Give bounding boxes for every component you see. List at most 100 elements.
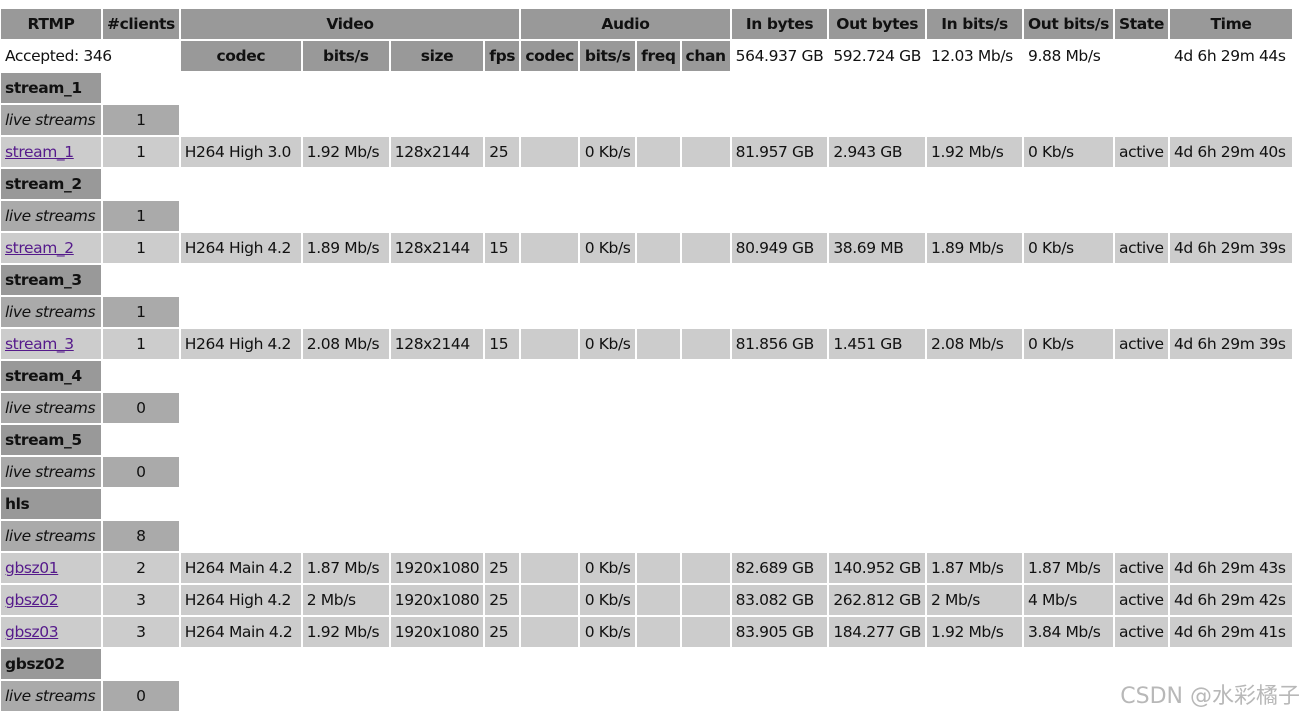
header-in-bytes: In bytes (731, 9, 828, 39)
out-bytes: 184.277 GB (829, 617, 926, 647)
application-name: hls (1, 489, 101, 519)
live-streams-label: live streams (1, 457, 101, 487)
out-bytes: 1.451 GB (829, 329, 926, 359)
out-bytes: 2.943 GB (829, 137, 926, 167)
in-bits: 1.92 Mb/s (927, 137, 1023, 167)
audio-bits: 0 Kb/s (580, 137, 636, 167)
video-fps: 25 (485, 585, 520, 615)
application-row: stream_3 (1, 265, 1292, 295)
stream-clients: 2 (103, 553, 179, 583)
stream-row: stream_1 1 H264 High 3.0 1.92 Mb/s 128x2144 2… (1, 137, 1292, 167)
application-row: hls (1, 489, 1292, 519)
live-streams-label: live streams (1, 297, 101, 327)
audio-bits: 0 Kb/s (580, 233, 636, 263)
out-bits: 0 Kb/s (1024, 137, 1113, 167)
video-fps: 25 (485, 137, 520, 167)
stream-link[interactable]: gbsz02 (5, 591, 59, 609)
audio-codec (521, 137, 579, 167)
out-bits: 3.84 Mb/s (1024, 617, 1113, 647)
total-out-bytes: 592.724 GB (833, 47, 922, 65)
stream-row: gbsz03 3 H264 Main 4.2 1.92 Mb/s 1920x1080 25… (1, 617, 1292, 647)
video-codec: H264 High 4.2 (180, 585, 301, 615)
out-bits: 4 Mb/s (1024, 585, 1113, 615)
audio-codec (521, 329, 579, 359)
stream-link[interactable]: gbsz03 (5, 623, 59, 641)
header-in-bits: In bits/s (927, 9, 1023, 39)
stream-link[interactable]: stream_1 (5, 143, 74, 161)
stream-time: 4d 6h 29m 42s (1169, 585, 1292, 615)
audio-bits: 0 Kb/s (580, 329, 636, 359)
in-bytes: 80.949 GB (731, 233, 828, 263)
video-bits: 1.92 Mb/s (302, 137, 389, 167)
video-size: 1920x1080 (390, 585, 484, 615)
stream-time: 4d 6h 29m 40s (1169, 137, 1292, 167)
application-row: stream_5 (1, 425, 1292, 455)
stream-time: 4d 6h 29m 39s (1169, 233, 1292, 263)
video-fps: 15 (485, 329, 520, 359)
header-video-fps: fps (485, 41, 520, 71)
header-out-bytes: Out bytes (829, 9, 926, 39)
video-bits: 1.92 Mb/s (302, 617, 389, 647)
live-streams-row: live streams 0 (1, 393, 1292, 423)
stream-name-cell: gbsz03 (1, 617, 101, 647)
header-video-codec: codec (180, 41, 301, 71)
live-streams-count: 0 (103, 457, 179, 487)
audio-chan (681, 137, 730, 167)
audio-chan (681, 585, 730, 615)
in-bytes: 82.689 GB (731, 553, 828, 583)
out-bits: 0 Kb/s (1024, 233, 1113, 263)
live-streams-row: live streams 1 (1, 105, 1292, 135)
video-codec: H264 High 3.0 (180, 137, 301, 167)
stream-state: active (1114, 585, 1168, 615)
stream-clients: 3 (103, 617, 179, 647)
total-in-bytes: 564.937 GB (735, 47, 824, 65)
stream-link[interactable]: stream_2 (5, 239, 74, 257)
audio-codec (521, 233, 579, 263)
header-time: Time (1169, 9, 1292, 39)
header-audio: Audio (521, 9, 730, 39)
audio-bits: 0 Kb/s (580, 617, 636, 647)
audio-bits: 0 Kb/s (580, 585, 636, 615)
stream-row: stream_2 1 H264 High 4.2 1.89 Mb/s 128x2144 1… (1, 233, 1292, 263)
stream-link[interactable]: stream_3 (5, 335, 74, 353)
stream-name-cell: stream_3 (1, 329, 101, 359)
header-row: RTMP #clients Video Audio In bytes Out b… (1, 9, 1292, 39)
total-in-bits: 12.03 Mb/s (931, 47, 1013, 65)
header-state: State (1114, 9, 1168, 39)
header-out-bits: Out bits/s (1024, 9, 1113, 39)
audio-chan (681, 553, 730, 583)
in-bytes: 81.856 GB (731, 329, 828, 359)
live-streams-label: live streams (1, 201, 101, 231)
audio-bits: 0 Kb/s (580, 553, 636, 583)
stream-name-cell: stream_2 (1, 233, 101, 263)
audio-freq (637, 553, 680, 583)
video-size: 128x2144 (390, 233, 484, 263)
header-audio-chan: chan (681, 41, 730, 71)
stream-row: gbsz02 3 H264 High 4.2 2 Mb/s 1920x1080 25 0 K… (1, 585, 1292, 615)
audio-codec (521, 585, 579, 615)
stream-row: gbsz01 2 H264 Main 4.2 1.87 Mb/s 1920x1080 25… (1, 553, 1292, 583)
live-streams-count: 1 (103, 105, 179, 135)
video-size: 1920x1080 (390, 553, 484, 583)
total-out-bits: 9.88 Mb/s (1028, 47, 1101, 65)
live-streams-label: live streams (1, 521, 101, 551)
stream-link[interactable]: gbsz01 (5, 559, 59, 577)
audio-chan (681, 233, 730, 263)
video-bits: 2 Mb/s (302, 585, 389, 615)
out-bytes: 38.69 MB (829, 233, 926, 263)
in-bits: 1.92 Mb/s (927, 617, 1023, 647)
video-size: 128x2144 (390, 137, 484, 167)
live-streams-row: live streams 0 (1, 681, 1292, 711)
live-streams-count: 8 (103, 521, 179, 551)
stream-clients: 1 (103, 233, 179, 263)
application-name: stream_1 (1, 73, 101, 103)
application-name: stream_2 (1, 169, 101, 199)
header-video: Video (180, 9, 520, 39)
audio-freq (637, 585, 680, 615)
video-fps: 25 (485, 617, 520, 647)
out-bytes: 262.812 GB (829, 585, 926, 615)
header-audio-codec: codec (521, 41, 579, 71)
stream-state: active (1114, 137, 1168, 167)
header-video-size: size (390, 41, 484, 71)
audio-freq (637, 137, 680, 167)
